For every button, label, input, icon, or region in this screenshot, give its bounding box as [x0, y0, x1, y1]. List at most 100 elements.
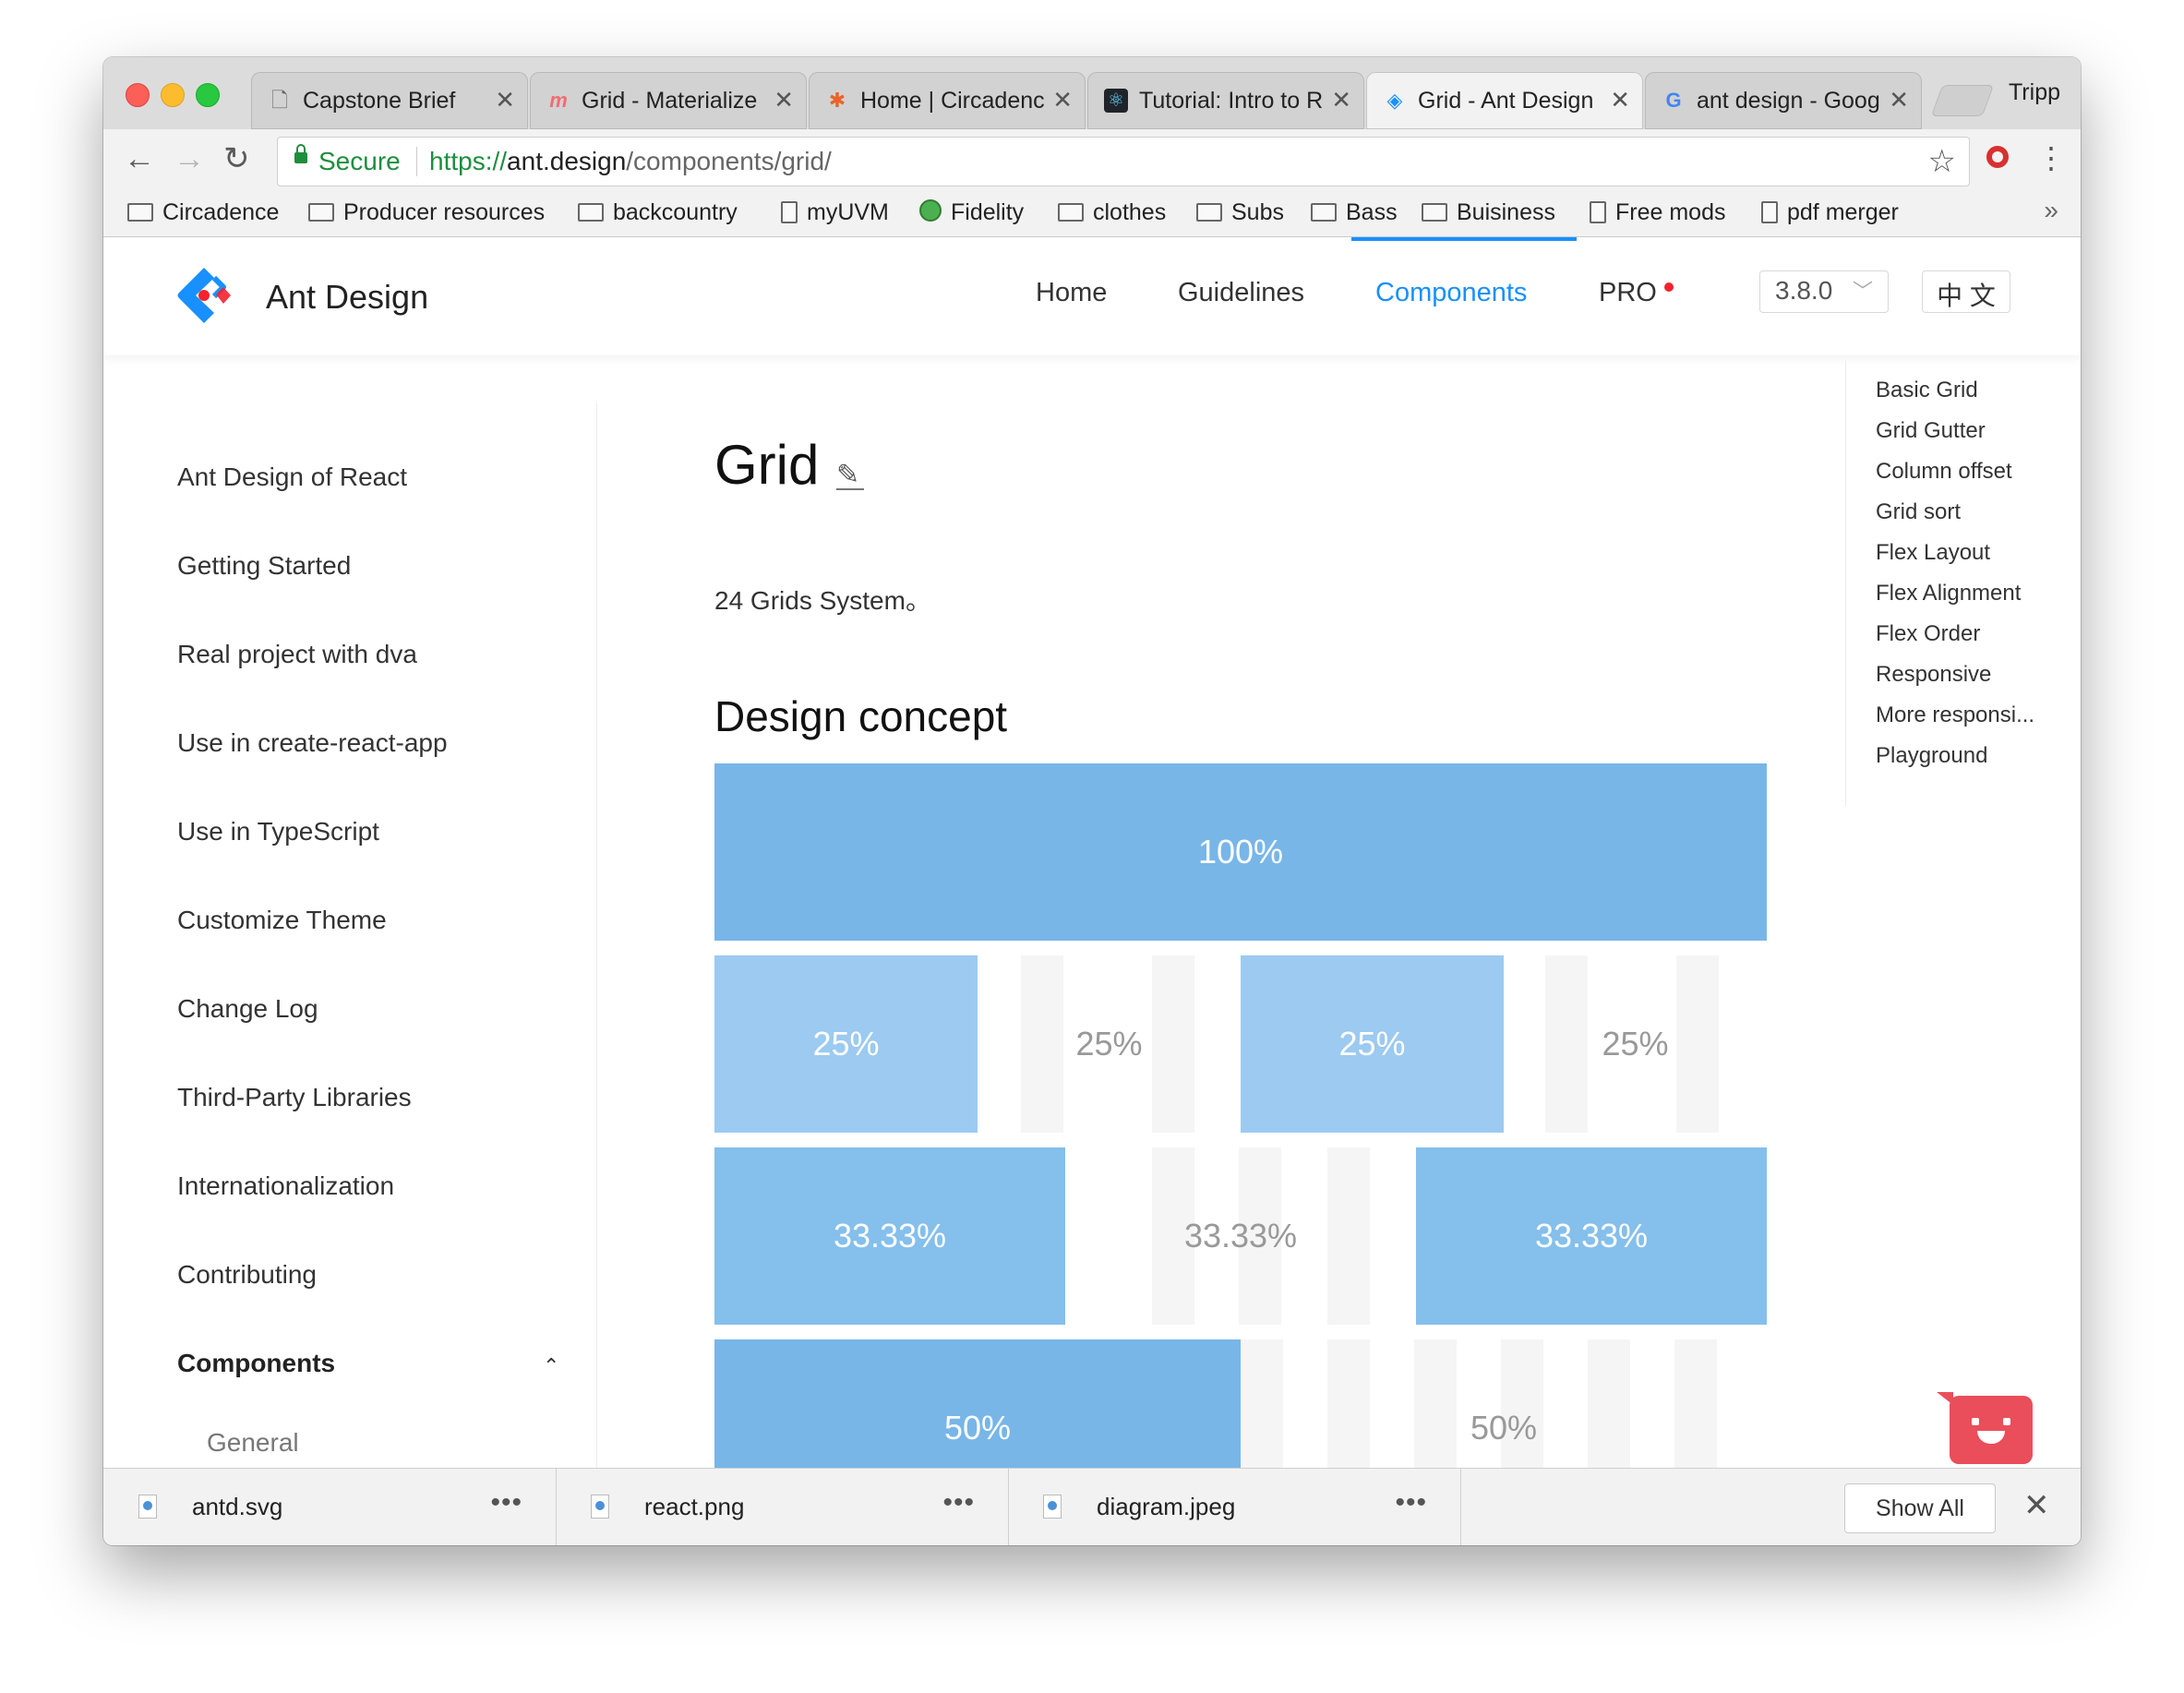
language-toggle-button[interactable]: 中 文: [1922, 270, 2010, 313]
bookmarks-bar: Circadence Producer resources backcountr…: [103, 192, 2081, 237]
zoom-window-button[interactable]: [196, 83, 220, 107]
download-filename: react.png: [644, 1493, 745, 1520]
forward-button[interactable]: →: [174, 140, 205, 177]
download-item[interactable]: diagram.jpeg •••: [1008, 1469, 1461, 1545]
menu-guidelines[interactable]: Guidelines: [1178, 278, 1304, 308]
grid-col-50: 50%: [714, 1339, 1241, 1468]
sidebar-group-components[interactable]: Components: [177, 1349, 335, 1378]
sidebar-item[interactable]: Customize Theme: [177, 906, 387, 935]
edit-icon[interactable]: ✎: [836, 459, 859, 491]
bookmark-item[interactable]: clothes: [1058, 199, 1166, 226]
close-tab-icon[interactable]: ✕: [1610, 85, 1630, 114]
toc-item[interactable]: Playground: [1876, 743, 1987, 769]
toc-item[interactable]: Basic Grid: [1876, 378, 1978, 403]
tab-grid-ant-design[interactable]: ◈ Grid - Ant Design ✕: [1366, 72, 1643, 129]
address-bar[interactable]: Secure https://ant.design/components/gri…: [277, 137, 1970, 186]
file-icon: [1761, 201, 1778, 223]
menu-home[interactable]: Home: [1036, 278, 1107, 308]
menu-components[interactable]: Components: [1375, 278, 1527, 308]
url-path: /components/grid/: [626, 147, 832, 175]
bookmark-item[interactable]: myUVM: [781, 199, 889, 226]
grid-col-25: 25%: [1602, 1025, 1669, 1063]
tab-capstone-brief[interactable]: 🗋 Capstone Brief ✕: [251, 72, 528, 129]
site-brand[interactable]: Ant Design: [266, 278, 428, 317]
bookmark-item[interactable]: Subs: [1196, 199, 1284, 226]
sidebar-item[interactable]: Third-Party Libraries: [177, 1083, 412, 1112]
extension-icon[interactable]: [1986, 146, 2009, 168]
toc-item[interactable]: Flex Order: [1876, 621, 1980, 647]
ant-design-icon: ◈: [1386, 89, 1403, 112]
version-select[interactable]: 3.8.0 ﹀: [1759, 270, 1889, 313]
toc-item[interactable]: Responsive: [1876, 662, 1991, 688]
sidebar-item[interactable]: Use in TypeScript: [177, 817, 379, 846]
toc-item[interactable]: Flex Layout: [1876, 540, 1990, 566]
download-item[interactable]: antd.svg •••: [103, 1469, 557, 1545]
tab-grid-materialize[interactable]: m Grid - Materialize ✕: [530, 72, 807, 129]
section-title: Design concept: [714, 692, 1008, 740]
download-item[interactable]: react.png •••: [556, 1469, 1009, 1545]
more-options-icon[interactable]: •••: [1395, 1487, 1427, 1519]
close-shelf-icon[interactable]: ✕: [2023, 1487, 2050, 1524]
tab-title: Grid - Ant Design: [1418, 88, 1594, 114]
show-all-downloads-button[interactable]: Show All: [1844, 1483, 1996, 1533]
bookmarks-overflow-icon[interactable]: »: [2044, 196, 2058, 225]
grid-col-33: 33.33%: [1183, 1217, 1298, 1255]
sidebar-item[interactable]: Ant Design of React: [177, 462, 407, 492]
bookmark-star-icon[interactable]: ☆: [1928, 143, 1956, 180]
document-icon: 🗋: [271, 89, 288, 112]
sidebar-item[interactable]: Internationalization: [177, 1171, 394, 1201]
url-text[interactable]: https://ant.design/components/grid/: [429, 147, 832, 176]
bookmark-item[interactable]: Free mods: [1590, 199, 1725, 226]
bookmark-label: Bass: [1346, 199, 1398, 225]
tab-circadence[interactable]: ✱ Home | Circadence ✕: [809, 72, 1086, 129]
close-window-button[interactable]: [126, 83, 150, 107]
tab-strip: 🗋 Capstone Brief ✕ m Grid - Materialize …: [103, 57, 2081, 129]
toc-item[interactable]: Column offset: [1876, 459, 2012, 485]
close-tab-icon[interactable]: ✕: [1331, 85, 1351, 114]
reload-button[interactable]: ↻: [223, 140, 250, 177]
toc-item[interactable]: Flex Alignment: [1876, 581, 2021, 606]
close-tab-icon[interactable]: ✕: [1889, 85, 1909, 114]
menu-pro-label: PRO: [1599, 278, 1657, 307]
new-tab-button[interactable]: [1930, 85, 1995, 116]
bookmark-item[interactable]: Bass: [1311, 199, 1398, 226]
menu-pro[interactable]: PRO: [1599, 278, 1674, 308]
download-filename: antd.svg: [192, 1493, 283, 1520]
tab-react-tutorial[interactable]: ⚛ Tutorial: Intro to React ✕: [1087, 72, 1364, 129]
download-filename: diagram.jpeg: [1097, 1493, 1236, 1520]
browser-menu-icon[interactable]: ⋮: [2036, 140, 2066, 175]
sidebar-item[interactable]: Use in create-react-app: [177, 728, 448, 758]
grid-col-33: 33.33%: [1416, 1147, 1767, 1325]
bookmark-item[interactable]: Fidelity: [919, 199, 1024, 226]
more-options-icon[interactable]: •••: [942, 1487, 975, 1519]
chevron-up-icon[interactable]: ⌃: [543, 1354, 559, 1378]
minimize-window-button[interactable]: [161, 83, 185, 107]
more-options-icon[interactable]: •••: [490, 1487, 522, 1519]
close-tab-icon[interactable]: ✕: [495, 85, 515, 114]
toc-item[interactable]: Grid Gutter: [1876, 418, 1986, 444]
ant-design-logo: [177, 268, 231, 323]
bookmark-item[interactable]: pdf merger: [1761, 199, 1899, 226]
bookmark-item[interactable]: Buisiness: [1422, 199, 1555, 226]
back-button[interactable]: ←: [124, 140, 155, 177]
bookmark-item[interactable]: Producer resources: [308, 199, 545, 226]
bookmark-item[interactable]: backcountry: [578, 199, 738, 226]
tab-google-search[interactable]: G ant design - Google Search ✕: [1645, 72, 1922, 129]
web-page: Ant Design Home Guidelines Components PR…: [103, 237, 2081, 1468]
close-tab-icon[interactable]: ✕: [1052, 85, 1073, 114]
profile-name[interactable]: Tripp: [2009, 79, 2060, 106]
sidebar-item[interactable]: Getting Started: [177, 551, 351, 581]
close-tab-icon[interactable]: ✕: [774, 85, 794, 114]
grid-col-25: 25%: [1075, 1025, 1143, 1063]
toc-item[interactable]: More responsi...: [1876, 702, 2034, 728]
chat-bot-icon[interactable]: [1937, 1392, 2033, 1464]
bookmark-item[interactable]: Circadence: [127, 199, 279, 226]
jpeg-file-icon: [1043, 1495, 1062, 1519]
folder-icon: [127, 203, 153, 222]
sidebar-item[interactable]: Contributing: [177, 1260, 317, 1290]
secure-label: Secure: [318, 147, 401, 175]
sidebar-item[interactable]: Real project with dva: [177, 640, 417, 669]
toc-item[interactable]: Grid sort: [1876, 499, 1961, 525]
file-icon: [1590, 201, 1606, 223]
sidebar-item[interactable]: Change Log: [177, 994, 318, 1024]
